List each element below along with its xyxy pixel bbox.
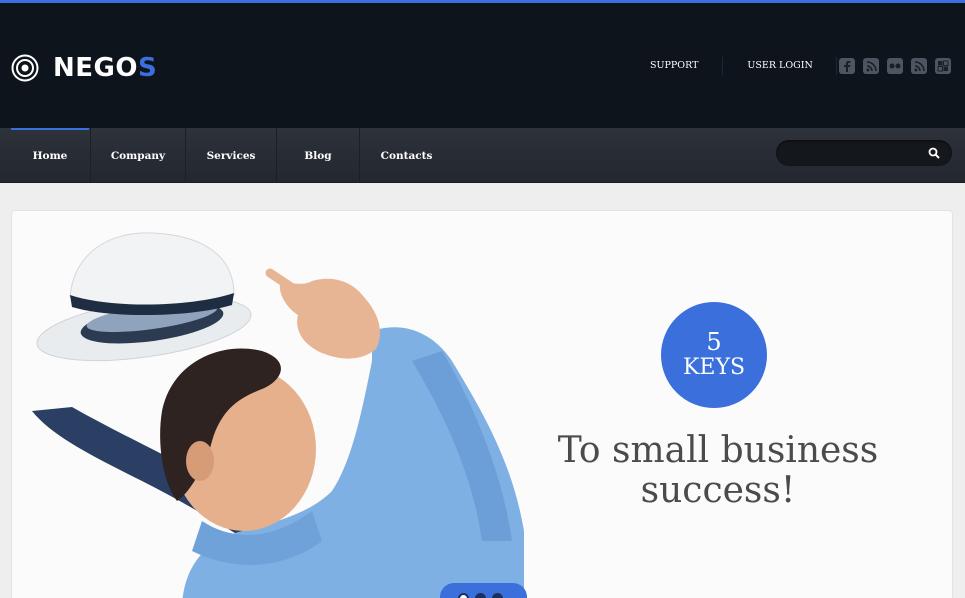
top-links-divider	[722, 57, 724, 75]
site-logo[interactable]: NEGOS	[11, 53, 157, 83]
slider-dot-3[interactable]	[492, 593, 503, 598]
slider-dot-1[interactable]	[458, 593, 469, 598]
nav-item-home[interactable]: Home	[11, 128, 89, 183]
facebook-icon[interactable]	[839, 58, 855, 74]
rss-alt-icon[interactable]	[911, 58, 927, 74]
user-login-link[interactable]: USER LOGIN	[737, 57, 822, 75]
search-icon[interactable]	[928, 147, 940, 159]
rss-icon[interactable]	[863, 58, 879, 74]
badge-number: 5	[706, 328, 722, 356]
slide-headline: To small business success!	[532, 431, 904, 511]
top-links: SUPPORT USER LOGIN	[640, 57, 837, 75]
hero-slider: 5 KEYS To small business success!	[11, 210, 953, 598]
slider-dot-2[interactable]	[475, 593, 486, 598]
slider-pager	[440, 583, 527, 598]
nav-item-services[interactable]: Services	[186, 128, 276, 183]
search-input[interactable]	[786, 143, 924, 163]
target-logo-icon	[11, 54, 39, 82]
nav-item-blog[interactable]: Blog	[277, 128, 359, 183]
businessman-photo	[32, 232, 524, 598]
delicious-icon[interactable]	[935, 58, 951, 74]
keys-badge: 5 KEYS	[661, 302, 767, 408]
site-header: NEGOS SUPPORT USER LOGIN	[0, 3, 965, 128]
logo-text: NEGOS	[53, 53, 157, 83]
logo-text-main: NEGO	[53, 53, 138, 83]
flickr-icon[interactable]	[887, 58, 903, 74]
logo-text-accent: S	[137, 53, 158, 83]
nav-active-indicator	[11, 128, 89, 130]
support-link[interactable]: SUPPORT	[640, 57, 708, 75]
badge-word: KEYS	[682, 355, 746, 380]
headline-line-2: success!	[640, 470, 796, 511]
nav-item-company[interactable]: Company	[91, 128, 185, 183]
social-links	[839, 58, 959, 74]
headline-line-1: To small business	[557, 430, 879, 471]
top-links-divider	[835, 57, 837, 75]
search-box	[776, 140, 952, 166]
nav-item-contacts[interactable]: Contacts	[360, 128, 453, 183]
